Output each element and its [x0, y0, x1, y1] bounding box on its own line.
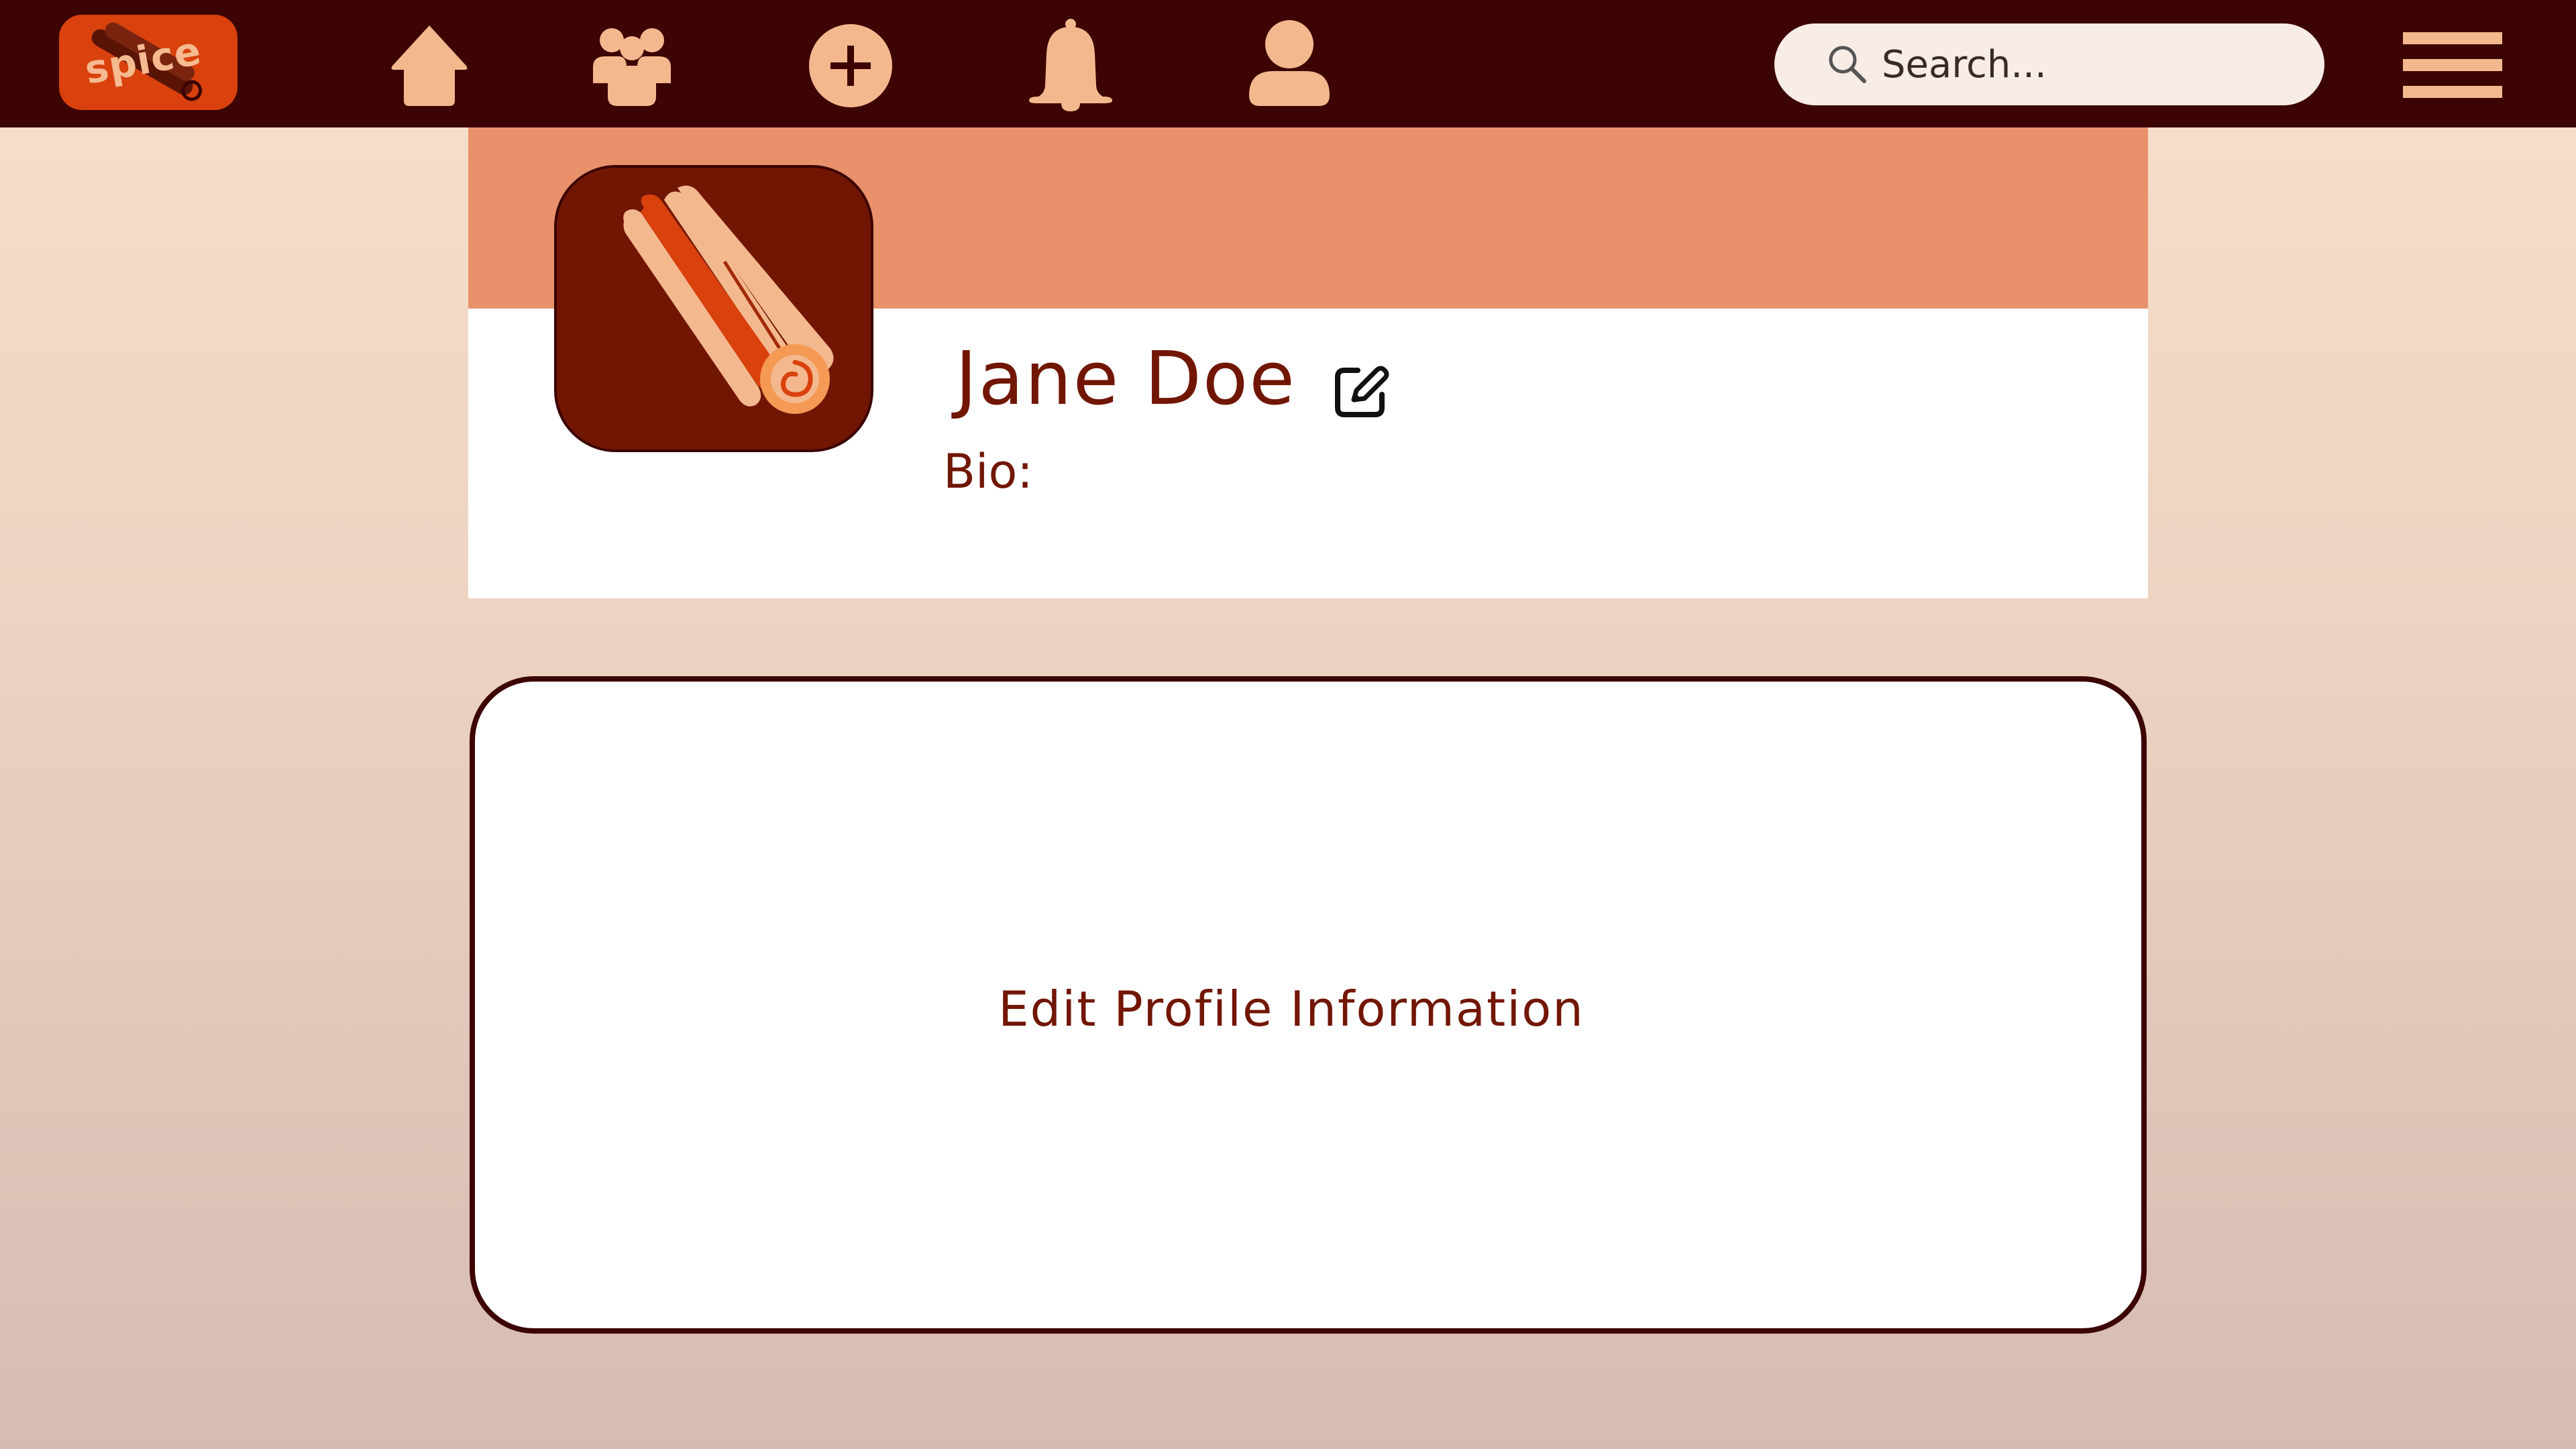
spice-logo[interactable]: spice: [59, 15, 237, 110]
cinnamon-stick-icon: [623, 185, 834, 414]
groups-icon[interactable]: [585, 17, 679, 111]
edit-profile-label[interactable]: Edit Profile Information: [475, 981, 2141, 1037]
search-bar[interactable]: [1774, 23, 2324, 105]
bell-icon[interactable]: [1024, 17, 1118, 111]
top-navbar: spice: [0, 0, 2576, 127]
search-icon: [1829, 46, 1866, 83]
edit-profile-panel[interactable]: Edit Profile Information: [470, 676, 2147, 1334]
user-icon[interactable]: [1242, 17, 1336, 111]
profile-header-card: Jane Doe Bio:: [468, 127, 2148, 598]
profile-name: Jane Doe: [955, 335, 1296, 421]
plus-circle-icon[interactable]: [804, 17, 898, 111]
menu-icon[interactable]: [2403, 32, 2502, 98]
edit-icon[interactable]: [1331, 361, 1391, 421]
bio-label: Bio:: [943, 444, 1033, 499]
search-input[interactable]: [1882, 37, 2284, 92]
avatar[interactable]: [554, 165, 873, 452]
home-icon[interactable]: [382, 17, 476, 111]
